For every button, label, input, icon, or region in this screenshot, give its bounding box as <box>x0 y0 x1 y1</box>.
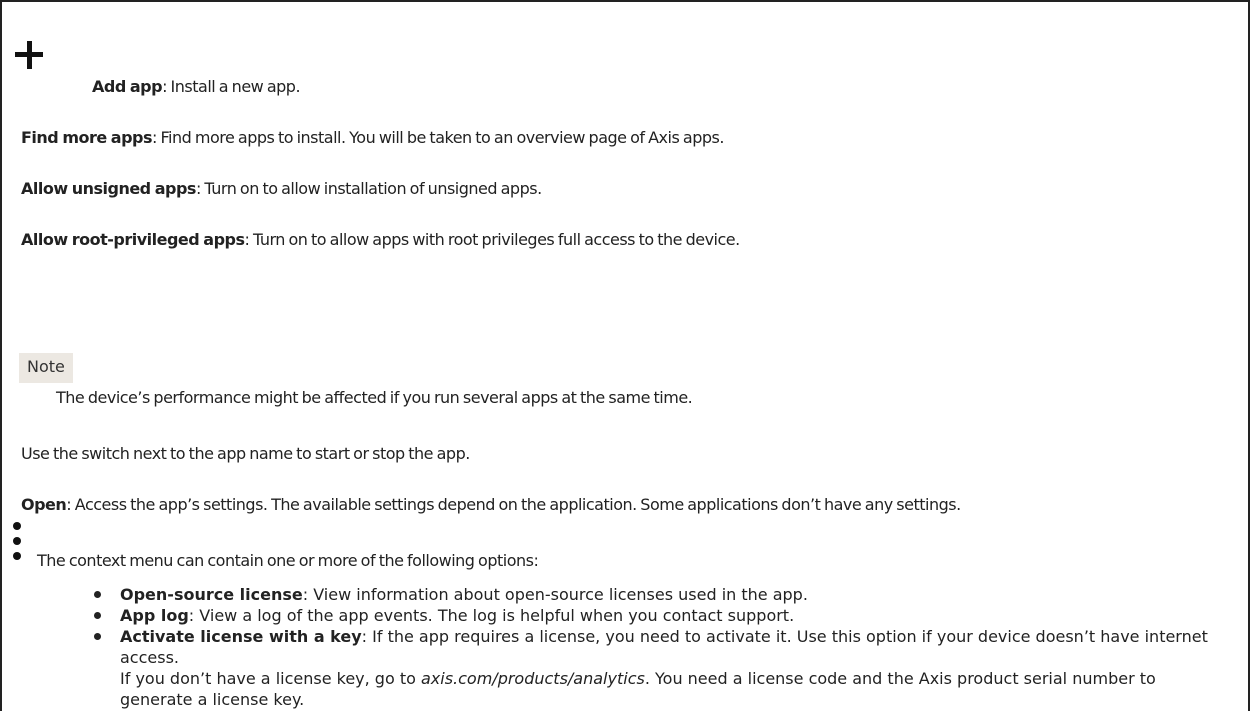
note-label: Note <box>19 353 73 383</box>
allow-root-line: Allow root-privileged apps: Turn on to a… <box>21 230 740 250</box>
find-more-apps-line: Find more apps: Find more apps to instal… <box>21 128 724 148</box>
bullet-icon <box>94 591 101 598</box>
allow-unsigned-title: Allow unsigned apps <box>21 179 196 198</box>
find-more-apps-description: : Find more apps to install. You will be… <box>152 128 724 147</box>
find-more-apps-title: Find more apps <box>21 128 153 147</box>
option-description: : View a log of the app events. The log … <box>188 606 795 625</box>
open-description: : Access the app’s settings. The availab… <box>66 495 961 514</box>
open-title: Open <box>21 495 67 514</box>
note-text: The device’s performance might be affect… <box>56 388 693 407</box>
bullet-icon <box>94 612 101 619</box>
switch-instruction: Use the switch next to the app name to s… <box>21 444 470 463</box>
allow-unsigned-description: : Turn on to allow installation of unsig… <box>195 179 542 198</box>
kebab-menu-icon[interactable] <box>13 522 21 560</box>
list-item: Activate license with a key: If the app … <box>92 626 1227 710</box>
bullet-icon <box>94 633 101 640</box>
add-app-line: Add app: Install a new app. <box>92 77 301 97</box>
add-app-title: Add app <box>92 77 163 96</box>
option-title: Open-source license <box>120 585 303 604</box>
allow-root-title: Allow root-privileged apps <box>21 230 245 249</box>
list-item: Open-source license: View information ab… <box>92 584 1227 605</box>
analytics-link[interactable]: axis.com/products/analytics <box>421 669 645 688</box>
add-app-description: : Install a new app. <box>162 77 301 96</box>
plus-icon[interactable] <box>15 41 43 69</box>
context-menu-intro: The context menu can contain one or more… <box>37 551 539 570</box>
license-key-note-prefix: If you don’t have a license key, go to <box>120 669 421 688</box>
option-description: : View information about open-source lic… <box>302 585 808 604</box>
document-frame: Add app: Install a new app. Find more ap… <box>0 0 1250 711</box>
context-menu-options: Open-source license: View information ab… <box>92 584 1227 710</box>
open-line: Open: Access the app’s settings. The ava… <box>21 495 961 515</box>
list-item: App log: View a log of the app events. T… <box>92 605 1227 626</box>
option-title: App log <box>120 606 189 625</box>
allow-unsigned-line: Allow unsigned apps: Turn on to allow in… <box>21 179 542 199</box>
allow-root-description: : Turn on to allow apps with root privil… <box>244 230 741 249</box>
option-title: Activate license with a key <box>120 627 362 646</box>
license-key-note: If you don’t have a license key, go to a… <box>120 668 1227 710</box>
